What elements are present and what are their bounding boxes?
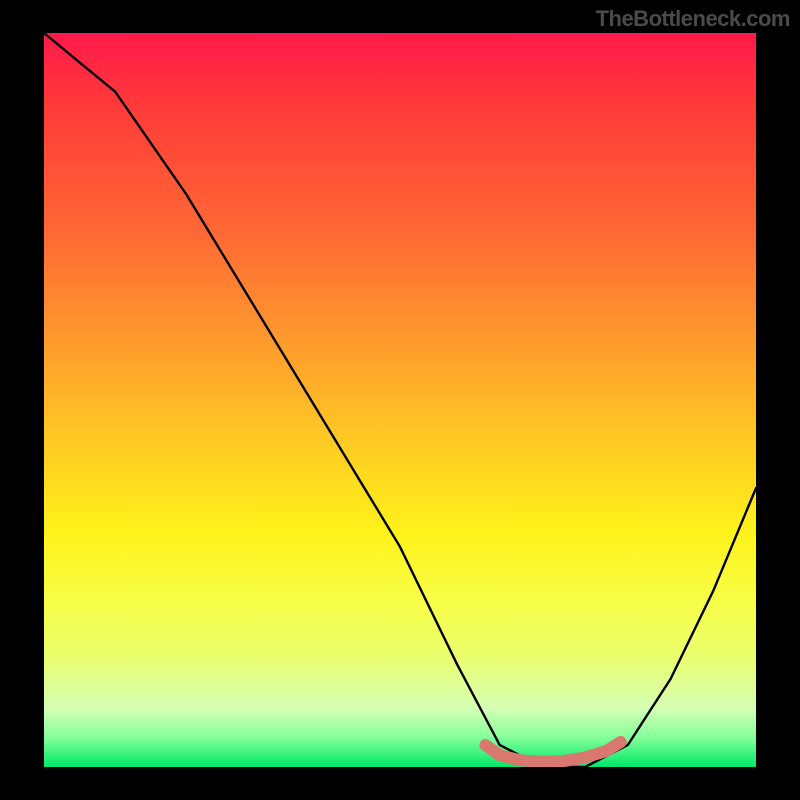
watermark-text: TheBottleneck.com [596, 6, 790, 32]
plot-gradient-area [44, 33, 756, 767]
chart-frame: TheBottleneck.com [0, 0, 800, 800]
curve-svg [44, 33, 756, 767]
optimal-highlight-path [485, 742, 620, 762]
bottleneck-curve-path [44, 33, 756, 767]
